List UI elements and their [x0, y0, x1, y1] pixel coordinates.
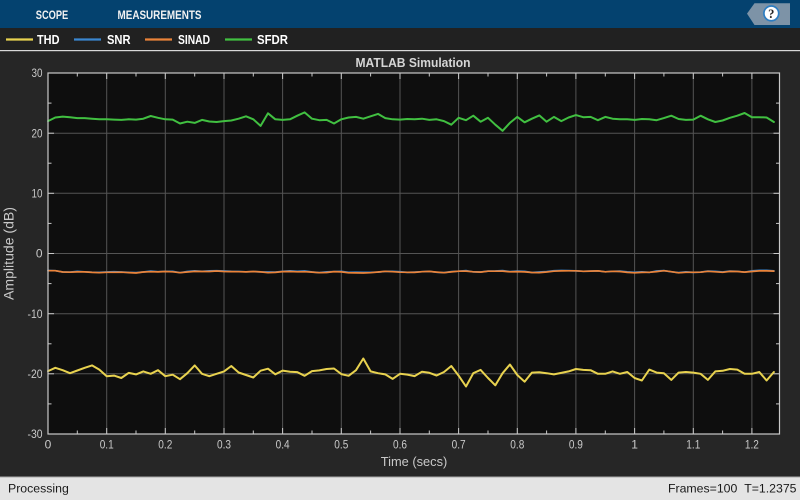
svg-text:0.7: 0.7	[452, 438, 466, 452]
svg-text:30: 30	[32, 66, 43, 80]
svg-text:SFDR: SFDR	[257, 33, 288, 47]
svg-text:-10: -10	[28, 307, 43, 321]
svg-text:1.1: 1.1	[686, 438, 700, 452]
svg-text:SINAD: SINAD	[178, 33, 210, 47]
svg-text:0.5: 0.5	[334, 438, 348, 452]
svg-text:?: ?	[768, 7, 774, 21]
svg-text:0.1: 0.1	[100, 438, 114, 452]
svg-text:0: 0	[45, 438, 52, 452]
svg-text:0.4: 0.4	[276, 438, 290, 452]
svg-text:Time (secs): Time (secs)	[381, 454, 448, 469]
svg-text:SCOPE: SCOPE	[36, 10, 69, 22]
svg-text:-30: -30	[28, 427, 43, 441]
svg-text:MEASUREMENTS: MEASUREMENTS	[118, 10, 202, 22]
svg-text:Frames=100 T=1.2375: Frames=100 T=1.2375	[668, 482, 797, 496]
svg-text:Amplitude (dB): Amplitude (dB)	[2, 207, 17, 300]
svg-text:1.2: 1.2	[745, 438, 759, 452]
svg-text:0: 0	[36, 247, 43, 261]
svg-text:0.2: 0.2	[158, 438, 172, 452]
svg-text:1: 1	[631, 438, 638, 452]
svg-text:SNR: SNR	[107, 33, 131, 47]
svg-text:0.3: 0.3	[217, 438, 231, 452]
svg-text:0.8: 0.8	[510, 438, 524, 452]
svg-text:MATLAB Simulation: MATLAB Simulation	[356, 55, 471, 70]
svg-text:-20: -20	[28, 367, 43, 381]
svg-text:0.6: 0.6	[393, 438, 407, 452]
svg-text:10: 10	[32, 187, 43, 201]
svg-text:Processing: Processing	[8, 482, 69, 496]
svg-text:THD: THD	[37, 33, 60, 47]
svg-text:20: 20	[32, 126, 43, 140]
svg-text:0.9: 0.9	[569, 438, 583, 452]
